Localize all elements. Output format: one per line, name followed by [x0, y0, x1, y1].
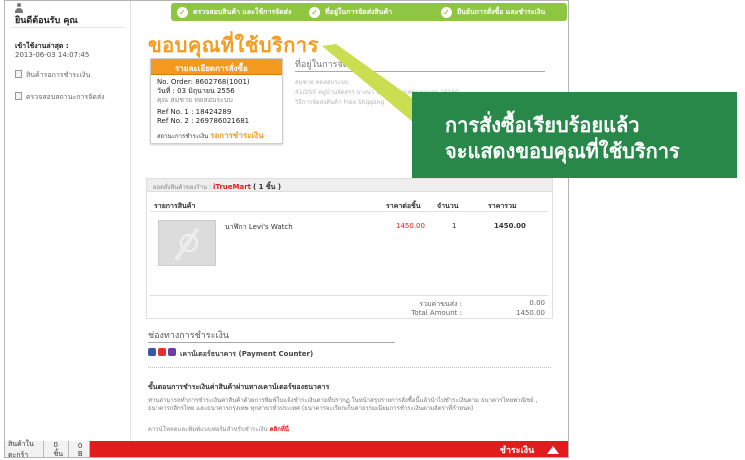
store-item-count: ( 1 ชิ้น ) — [252, 183, 282, 191]
step-confirm-pay: ✓ ยืนยันการสั่งซื้อ และชำระเงิน — [435, 6, 567, 18]
sidebar-divider — [11, 27, 125, 28]
store-name[interactable]: iTrueMart — [213, 183, 251, 191]
sidebar-item-label: ตรวจสอบสถานะการจัดส่ง — [26, 93, 105, 101]
payment-status-value: รอการชำระเงิน — [210, 131, 264, 140]
shipping-method: วิธีการจัดส่งสินค้า Free Shipping — [295, 99, 385, 106]
payment-instructions-title: ขั้นตอนการชำระเงินค่าสินค้าผ่านทางเคาน์เ… — [148, 383, 330, 391]
callout-line-2: จะแสดงขอบคุณที่ใช้บริการ — [445, 139, 680, 163]
check-icon: ✓ — [177, 6, 188, 18]
order-ref-1: Ref No. 1 : 18424289 — [157, 108, 232, 116]
payment-form-download: ดาวน์โหลดและพิมพ์แบบฟอร์มสำหรับชำระเงิน … — [148, 424, 289, 434]
download-text: ดาวน์โหลดและพิมพ์แบบฟอร์มสำหรับชำระเงิน — [148, 426, 268, 433]
bank-logo-icon — [148, 348, 156, 356]
cart-separator — [43, 441, 50, 457]
welcome-greeting: ยินดีต้อนรับ คุณ — [15, 16, 78, 26]
payment-method-name: เคาน์เตอร์ธนาคาร (Payment Counter) — [180, 350, 314, 358]
step-shipping-address: ✓ ที่อยู่ในการจัดส่งสินค้า — [303, 6, 435, 18]
bank-icons — [148, 348, 176, 356]
cart-label: สินค้าในตะกร้า — [8, 440, 34, 458]
table-header-divider — [150, 211, 548, 212]
payment-status: สถานะการชำระเงิน รอการชำระเงิน — [151, 129, 282, 142]
shipping-address-title: ที่อยู่ในการจัดส่ง — [295, 60, 359, 70]
chevron-up-icon[interactable] — [545, 442, 561, 457]
store-prefix: ยอดสั่งสินค้าของร้าน : — [153, 184, 212, 191]
order-detail-header: รายละเอียดการสั่งซื้อ — [151, 59, 282, 75]
order-customer: คุณ สมชาย ทดสอบระบบ — [157, 96, 233, 104]
step-review-items: ✓ ตรวจสอบสินค้า และใช้การจัดส่ง — [171, 6, 303, 18]
shipping-cost-value: 0.00 — [529, 299, 545, 307]
product-image[interactable] — [158, 220, 216, 266]
order-number: No. Order: 8602768(1001) — [157, 78, 250, 86]
payment-method-title: ช่องทางการชำระเงิน — [148, 331, 230, 341]
product-qty: 1 — [452, 222, 457, 230]
sidebar-item-label: สินค้ารอการชำระเงิน — [26, 71, 91, 79]
order-detail-box: รายละเอียดการสั่งซื้อ No. Order: 8602768… — [150, 58, 283, 144]
shipping-name: สมชาย ทดสอบระบบ — [295, 79, 349, 86]
cart-separator — [67, 441, 75, 457]
step-label: ตรวจสอบสินค้า และใช้การจัดส่ง — [193, 7, 292, 16]
cart-summary[interactable]: สินค้าในตะกร้า 0 ชิ้น 0 B — [5, 440, 90, 458]
step-label: ที่อยู่ในการจัดส่งสินค้า — [325, 7, 393, 16]
product-unit-price: 1450.00 — [396, 222, 425, 230]
check-icon: ✓ — [441, 6, 452, 18]
thank-you-title: ขอบคุณที่ใช้บริการ — [148, 33, 319, 57]
payment-dotted-divider — [148, 367, 551, 368]
payment-status-label: สถานะการชำระเงิน — [157, 133, 209, 140]
sidebar-item-pending-payment[interactable]: สินค้ารอการชำระเงิน — [15, 70, 90, 81]
step-label: ยืนยันการสั่งซื้อ และชำระเงิน — [457, 7, 546, 16]
download-link[interactable]: คลิกที่นี่ — [270, 426, 289, 433]
payment-divider — [148, 342, 395, 343]
summary-divider — [150, 295, 548, 296]
product-total: 1450.00 — [494, 222, 526, 230]
checkbox-icon — [15, 70, 22, 78]
cart-amount: 0 B — [77, 442, 83, 458]
sidebar: ยินดีต้อนรับ คุณ เข้าใช้งานล่าสุด : 2013… — [5, 1, 131, 441]
order-ref-2: Ref No. 2 : 269786021681 — [157, 117, 250, 125]
order-date: วันที่ : 03 มิถุนายน 2556 — [157, 87, 235, 95]
callout-line-1: การสั่งซื้อเรียบร้อยแล้ว — [445, 113, 640, 137]
shipping-divider — [295, 71, 545, 72]
pay-button[interactable]: ชำระเงิน — [491, 441, 543, 457]
checkout-steps: ✓ ตรวจสอบสินค้า และใช้การจัดส่ง ✓ ที่อยู่ใ… — [171, 3, 567, 21]
bank-logo-icon — [158, 348, 166, 356]
user-icon — [15, 3, 23, 13]
cart-count: 0 ชิ้น — [53, 440, 64, 458]
sidebar-item-shipping-status[interactable]: ตรวจสอบสถานะการจัดส่ง — [15, 92, 105, 103]
bank-logo-icon — [168, 348, 176, 356]
payment-instructions-body: ท่านสามารถทำการชำระเงินค่าสินค้าด้วยการพ… — [148, 397, 538, 412]
annotation-callout: การสั่งซื้อเรียบร้อยแล้ว จะแสดงขอบคุณที่… — [412, 92, 737, 178]
document-icon — [15, 92, 22, 100]
total-amount-label: Total Amount : — [411, 309, 462, 317]
product-name[interactable]: นาฬิกา Levi's Watch — [225, 222, 293, 233]
check-icon: ✓ — [309, 6, 320, 18]
total-amount-value: 1450.00 — [516, 309, 545, 317]
store-summary-bar: ยอดสั่งสินค้าของร้าน : iTrueMart ( 1 ชิ้… — [146, 178, 553, 192]
last-login-value: 2013-06-03 14:07:45 — [15, 51, 90, 59]
cart-bottom-bar: สินค้าในตะกร้า 0 ชิ้น 0 B ชำระเงิน — [5, 440, 568, 458]
checkout-page: ยินดีต้อนรับ คุณ เข้าใช้งานล่าสุด : 2013… — [4, 0, 569, 458]
